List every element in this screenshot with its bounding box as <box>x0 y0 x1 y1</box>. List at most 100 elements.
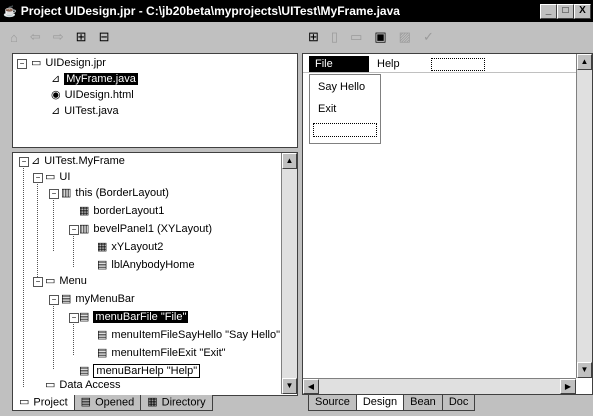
tab-source[interactable]: Source <box>308 395 357 411</box>
layout-grid-icon: ▦ <box>97 241 108 254</box>
tree-node-dataaccess[interactable]: ▭ Data Access <box>45 377 121 393</box>
tree-node-borderlayout[interactable]: ▦ borderLayout1 <box>79 203 164 219</box>
new-menu-placeholder[interactable] <box>431 58 485 71</box>
scroll-up-icon[interactable]: ▲ <box>577 54 592 70</box>
menu-item-icon: ▤ <box>97 329 108 342</box>
menubar-file[interactable]: File <box>309 56 369 72</box>
menu-item-label: Exit <box>318 103 337 115</box>
collapse-toggle[interactable]: − <box>17 59 27 69</box>
scroll-up-icon[interactable]: ▲ <box>282 153 297 169</box>
layout-grid-icon: ▦ <box>79 205 90 218</box>
project-icon: ▭ <box>19 396 30 408</box>
maximize-button[interactable]: □ <box>557 3 574 19</box>
panel-icon: ▥ <box>61 187 72 200</box>
scroll-left-icon[interactable]: ◀ <box>303 379 319 394</box>
insert-item-icon[interactable]: ⊞ <box>308 29 319 45</box>
project-item-label: UITest.java <box>64 105 119 117</box>
menu-item-say-hello[interactable]: Say Hello <box>318 81 365 93</box>
designer-toolbar: ⊞ ▯ ▭ ▣ ▨ ✓ <box>308 26 446 48</box>
tab-label: Source <box>315 396 350 408</box>
tree-node-sayhello[interactable]: ▤ menuItemFileSayHello "Say Hello" <box>97 327 280 343</box>
project-item-label: UIDesign.html <box>64 89 134 101</box>
tree-node-ui[interactable]: ▭ UI <box>45 169 70 185</box>
tree-node-menubarfile[interactable]: ▤ menuBarFile "File" <box>79 309 189 325</box>
insert-menu-icon[interactable]: ▣ <box>374 29 386 45</box>
back-arrow-icon[interactable]: ⇦ <box>30 29 41 45</box>
project-pane: − ▭ UIDesign.jpr ⊿ MyFrame.java ◉ UIDesign.… <box>12 53 298 148</box>
collapse-toggle[interactable]: − <box>33 173 43 183</box>
tree-label: menuItemFileExit "Exit" <box>111 347 226 359</box>
forward-arrow-icon[interactable]: ⇨ <box>53 29 64 45</box>
insert-submenu-icon[interactable]: ▭ <box>350 29 362 45</box>
collapse-toggle[interactable]: − <box>19 157 29 167</box>
tree-label: menuBarFile "File" <box>93 311 189 323</box>
tree-node-label[interactable]: ▤ lblAnybodyHome <box>97 257 195 273</box>
tab-design[interactable]: Design <box>355 395 405 411</box>
editor-tab-bar: Source Design Bean Doc <box>308 395 476 411</box>
tab-project[interactable]: ▭ Project <box>12 395 75 411</box>
tree-node-bevelpanel[interactable]: ▥ bevelPanel1 (XYLayout) <box>79 221 212 237</box>
scroll-down-icon[interactable]: ▼ <box>282 378 297 394</box>
designer-hscroll[interactable]: ◀ ▶ <box>303 378 576 394</box>
project-item-html[interactable]: ◉ UIDesign.html <box>51 87 134 103</box>
project-item-uitest[interactable]: ⊿ UITest.java <box>51 103 119 119</box>
menu-item-exit[interactable]: Exit <box>318 103 336 115</box>
tree-label: xYLayout2 <box>111 241 164 253</box>
collapse-toggle[interactable]: − <box>33 277 43 287</box>
remove-from-project-icon[interactable]: ⊟ <box>99 29 110 45</box>
folder-icon: ▭ <box>45 171 56 184</box>
tree-label: this (BorderLayout) <box>75 187 169 199</box>
tree-label: lblAnybodyHome <box>111 259 195 271</box>
home-icon[interactable]: ⌂ <box>10 30 18 45</box>
directory-icon: ▦ <box>147 396 158 408</box>
designer-vscroll[interactable]: ▲ ▼ <box>576 54 592 378</box>
folder-icon: ▭ <box>45 275 56 288</box>
menu-icon: ▤ <box>79 311 90 324</box>
panel-icon: ▥ <box>79 223 90 236</box>
app-class-icon: ⊿ <box>51 105 61 118</box>
collapse-toggle[interactable]: − <box>69 313 79 323</box>
menubar-help[interactable]: Help <box>371 56 406 72</box>
minimize-button[interactable]: _ <box>540 3 557 19</box>
tree-node-xylayout[interactable]: ▦ xYLayout2 <box>97 239 163 255</box>
structure-root[interactable]: ⊿ UITest.MyFrame <box>31 153 125 169</box>
add-to-project-icon[interactable]: ⊞ <box>76 29 87 45</box>
menu-item-icon: ▤ <box>97 347 108 360</box>
check-icon[interactable]: ✓ <box>423 29 434 45</box>
tab-label: Doc <box>448 396 469 408</box>
collapse-toggle[interactable]: − <box>69 225 79 235</box>
project-item-label: MyFrame.java <box>64 73 138 85</box>
tree-node-menubar[interactable]: ▤ myMenuBar <box>61 291 135 307</box>
project-item-myframe[interactable]: ⊿ MyFrame.java <box>51 71 138 87</box>
structure-scrollbar[interactable]: ▲ ▼ <box>281 153 297 394</box>
collapse-toggle[interactable]: − <box>49 189 59 199</box>
scroll-down-icon[interactable]: ▼ <box>577 362 592 378</box>
tab-label: Design <box>362 396 398 408</box>
scroll-right-icon[interactable]: ▶ <box>560 379 576 394</box>
tab-directory[interactable]: ▦ Directory <box>140 395 213 411</box>
tree-node-this[interactable]: ▥ this (BorderLayout) <box>61 185 169 201</box>
collapse-toggle[interactable]: − <box>49 295 59 305</box>
disable-icon[interactable]: ▨ <box>399 29 411 45</box>
tab-label: Directory <box>161 396 206 409</box>
tab-doc[interactable]: Doc <box>441 395 476 411</box>
structure-pane: − ⊿ UITest.MyFrame − ▭ UI − ▥ this (BorderL… <box>12 152 298 396</box>
tab-opened[interactable]: ▤ Opened <box>73 395 142 411</box>
tab-bean[interactable]: Bean <box>403 395 443 411</box>
tree-node-exit[interactable]: ▤ menuItemFileExit "Exit" <box>97 345 226 361</box>
tree-label: menuItemFileSayHello "Say Hello" <box>111 329 281 341</box>
tree-label: menuBarHelp "Help" <box>93 364 201 378</box>
tree-node-menu[interactable]: ▭ Menu <box>45 273 87 289</box>
tree-label: Menu <box>59 275 87 287</box>
project-root[interactable]: ▭ UIDesign.jpr <box>31 55 106 71</box>
new-menu-item-placeholder[interactable] <box>313 123 377 137</box>
tree-label: UITest.MyFrame <box>44 155 125 167</box>
close-button[interactable]: X <box>574 3 591 19</box>
tree-label: myMenuBar <box>75 293 135 305</box>
tab-label: Bean <box>410 396 436 408</box>
tree-label: UI <box>59 171 71 183</box>
left-tab-bar: ▭ Project ▤ Opened ▦ Directory <box>12 395 213 411</box>
tree-label: bevelPanel1 (XYLayout) <box>93 223 213 235</box>
insert-separator-icon[interactable]: ▯ <box>331 29 338 45</box>
html-file-icon: ◉ <box>51 89 61 102</box>
